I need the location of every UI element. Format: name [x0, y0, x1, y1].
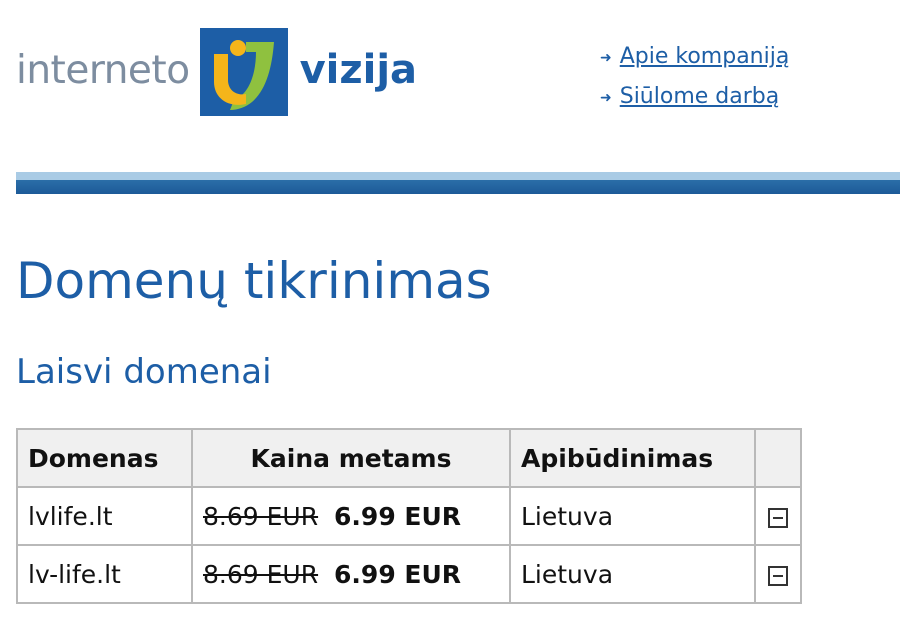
collapse-minus-icon[interactable]: [768, 507, 788, 528]
logo-word-vizija: vizija: [299, 47, 418, 93]
cell-action: [754, 544, 802, 604]
header-domain: Domenas: [16, 428, 193, 488]
cell-description: Lietuva: [509, 544, 756, 604]
old-price: 8.69 EUR: [203, 501, 319, 531]
page-title: Domenų tikrinimas: [16, 252, 492, 310]
header-divider: [16, 172, 900, 194]
top-nav: ➜ Apie kompaniją ➜ Siūlome darbą: [600, 36, 789, 116]
table-row: lv-life.lt 8.69 EUR 6.99 EUR Lietuva: [16, 544, 802, 604]
cell-price: 8.69 EUR 6.99 EUR: [191, 544, 511, 604]
cell-description: Lietuva: [509, 486, 756, 546]
site-logo[interactable]: interneto vizija: [16, 26, 417, 118]
new-price: 6.99 EUR: [334, 559, 462, 589]
arrow-right-icon: ➜: [600, 90, 612, 106]
old-price: 8.69 EUR: [203, 559, 319, 589]
section-title: Laisvi domenai: [16, 352, 272, 392]
nav-item-about: ➜ Apie kompaniją: [600, 36, 789, 76]
header-price: Kaina metams: [191, 428, 511, 488]
logo-word-interneto: interneto: [16, 47, 190, 93]
nav-item-jobs: ➜ Siūlome darbą: [600, 76, 789, 116]
table-header-row: Domenas Kaina metams Apibūdinimas: [16, 428, 802, 488]
logo-mark-icon: [199, 28, 288, 116]
link-jobs[interactable]: Siūlome darbą: [620, 84, 780, 109]
cell-action: [754, 486, 802, 546]
header-action: [754, 428, 802, 488]
cell-domain: lvlife.lt: [16, 486, 193, 546]
collapse-minus-icon[interactable]: [768, 565, 788, 586]
cell-domain: lv-life.lt: [16, 544, 193, 604]
domains-table: Domenas Kaina metams Apibūdinimas lvlife…: [16, 428, 802, 604]
link-about-company[interactable]: Apie kompaniją: [620, 44, 790, 69]
arrow-right-icon: ➜: [600, 50, 612, 66]
table-row: lvlife.lt 8.69 EUR 6.99 EUR Lietuva: [16, 486, 802, 546]
header-description: Apibūdinimas: [509, 428, 756, 488]
cell-price: 8.69 EUR 6.99 EUR: [191, 486, 511, 546]
new-price: 6.99 EUR: [334, 501, 462, 531]
